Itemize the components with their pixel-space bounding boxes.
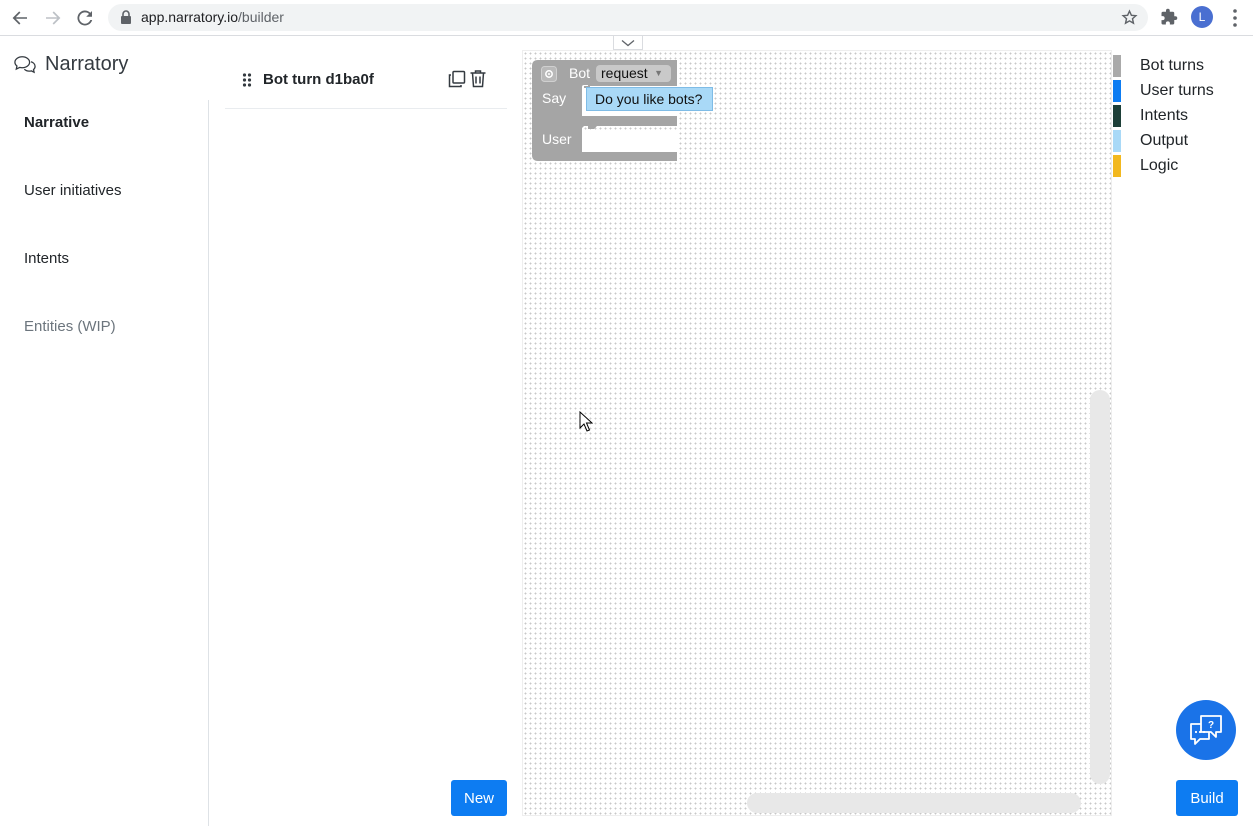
lock-icon <box>121 10 131 24</box>
chat-bubbles-icon <box>14 55 36 73</box>
collapse-toggle[interactable] <box>613 36 643 50</box>
reload-button[interactable] <box>73 6 97 30</box>
url-host: app.narratory.io <box>141 9 239 25</box>
turn-list-item[interactable]: Bot turn d1ba0f <box>225 59 507 109</box>
blockly-workspace[interactable] <box>522 50 1112 816</box>
say-output-block[interactable]: Do you like bots? <box>586 87 714 111</box>
help-chat-icon: ? <box>1190 715 1222 745</box>
svg-text:?: ? <box>1208 720 1214 731</box>
brand-name: Narratory <box>45 53 129 75</box>
gear-icon[interactable] <box>541 66 557 82</box>
forward-arrow-icon <box>46 11 61 25</box>
sidebar: Narratory Narrative User initiatives Int… <box>0 37 210 826</box>
profile-avatar[interactable]: L <box>1191 6 1213 28</box>
trash-icon[interactable] <box>469 69 487 88</box>
legend-label: User turns <box>1140 82 1214 99</box>
sidebar-divider-gap <box>208 37 210 100</box>
legend-item-output: Output <box>1113 130 1253 152</box>
turn-type-value: request <box>601 65 648 81</box>
legend-label: Logic <box>1140 157 1179 174</box>
copy-icon[interactable] <box>448 70 466 88</box>
reload-icon <box>77 10 93 26</box>
legend-swatch <box>1113 105 1121 127</box>
back-arrow-icon <box>12 11 27 25</box>
sidebar-item-narrative[interactable]: Narrative <box>24 114 89 131</box>
legend-swatch <box>1113 55 1121 77</box>
legend-swatch <box>1113 80 1121 102</box>
address-bar[interactable]: app.narratory.io/builder <box>108 4 1148 31</box>
chevron-down-icon <box>621 39 635 46</box>
turn-type-dropdown[interactable]: request ▼ <box>596 65 671 82</box>
legend-swatch <box>1113 130 1121 152</box>
say-label: Say <box>542 90 567 106</box>
forward-button[interactable] <box>41 6 65 30</box>
browser-toolbar: app.narratory.io/builder L <box>0 0 1253 36</box>
bot-label: Bot <box>569 65 591 81</box>
brand[interactable]: Narratory <box>14 53 128 76</box>
legend-item-user-turns: User turns <box>1113 80 1253 102</box>
user-label: User <box>542 131 572 147</box>
url-path: /builder <box>238 9 284 25</box>
sidebar-item-user-initiatives[interactable]: User initiatives <box>24 182 122 199</box>
drag-handle-icon[interactable] <box>242 73 252 87</box>
legend-swatch <box>1113 155 1121 177</box>
bookmark-star-icon[interactable] <box>1121 9 1138 26</box>
legend-item-bot-turns: Bot turns <box>1113 55 1253 77</box>
extensions-puzzle-icon[interactable] <box>1160 8 1178 26</box>
dropdown-caret-icon: ▼ <box>654 68 663 78</box>
sidebar-item-intents[interactable]: Intents <box>24 250 69 267</box>
workspace-vertical-scrollbar[interactable] <box>1090 390 1110 784</box>
workspace-horizontal-scrollbar[interactable] <box>747 793 1081 813</box>
legend-item-intents: Intents <box>1113 105 1253 127</box>
mouse-cursor-icon <box>579 411 593 432</box>
back-button[interactable] <box>8 6 32 30</box>
turn-title: Bot turn d1ba0f <box>263 71 374 88</box>
build-button[interactable]: Build <box>1176 780 1238 816</box>
legend-label: Bot turns <box>1140 57 1205 74</box>
sidebar-item-entities[interactable]: Entities (WIP) <box>24 318 116 335</box>
browser-menu-icon[interactable] <box>1228 8 1242 28</box>
turn-list-panel: Bot turn d1ba0f <box>225 37 507 826</box>
legend-item-logic: Logic <box>1113 155 1253 177</box>
help-chat-button[interactable]: ? <box>1176 700 1236 760</box>
url-text: app.narratory.io/builder <box>141 9 284 25</box>
legend-label: Intents <box>1140 107 1189 124</box>
new-button[interactable]: New <box>451 780 507 816</box>
legend-label: Output <box>1140 132 1189 149</box>
